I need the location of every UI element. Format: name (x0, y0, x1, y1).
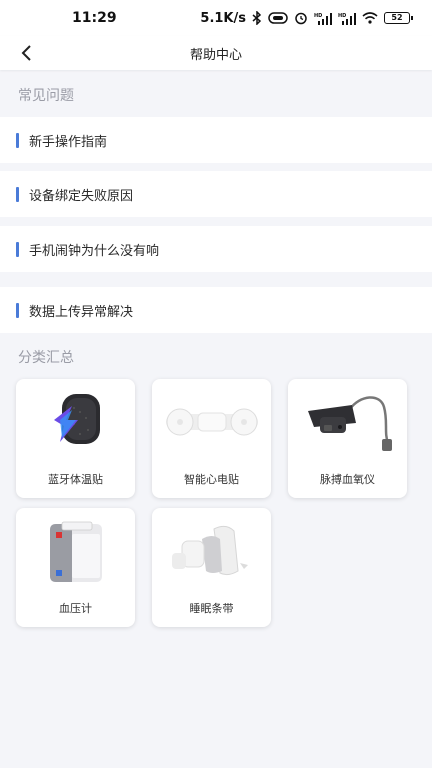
page-title: 帮助中心 (189, 47, 242, 63)
signal-hd-icon: HD (338, 12, 356, 25)
faq-item-upload-error[interactable]: 数据上传异常解决 (0, 287, 432, 333)
chevron-left-icon (21, 45, 31, 61)
status-time: 11:29 (72, 10, 117, 26)
category-label: 血压计 (59, 602, 92, 615)
category-label: 蓝牙体温贴 (48, 473, 103, 486)
category-label: 睡眠条带 (189, 602, 234, 615)
category-card-pulse-oximeter[interactable]: 脉搏血氧仪 (288, 379, 407, 498)
back-button[interactable] (12, 39, 40, 67)
category-card-thermometer-patch[interactable]: 蓝牙体温贴 (16, 379, 135, 498)
faq-item-binding-failure[interactable]: 设备绑定失败原因 (0, 171, 432, 217)
faq-item-label: 设备绑定失败原因 (29, 188, 134, 204)
category-card-blood-pressure-monitor[interactable]: 血压计 (16, 508, 135, 627)
status-bar: 11:29 5.1K/s HD HD 52 (0, 0, 432, 36)
accent-bar (16, 241, 19, 257)
network-speed: 5.1K/s (200, 10, 246, 26)
faq-item-alarm-not-ringing[interactable]: 手机闹钟为什么没有响 (0, 226, 432, 272)
blood-pressure-monitor-image (16, 508, 135, 594)
svg-text:HD: HD (314, 13, 322, 19)
category-card-sleep-band[interactable]: 睡眠条带 (152, 508, 271, 627)
vibrate-icon (268, 12, 288, 24)
bluetooth-icon (252, 11, 262, 25)
categories-section-title: 分类汇总 (18, 350, 74, 366)
alarm-icon (295, 12, 307, 25)
category-card-ecg-patch[interactable]: 智能心电贴 (152, 379, 271, 498)
faq-item-label: 新手操作指南 (29, 134, 108, 150)
battery-icon: 52 (384, 12, 413, 24)
category-label: 智能心电贴 (184, 473, 239, 486)
pulse-oximeter-image (288, 379, 407, 465)
faq-section-title: 常见问题 (18, 88, 74, 104)
svg-text:HD: HD (338, 13, 346, 19)
ecg-patch-image (152, 379, 271, 465)
faq-item-beginner-guide[interactable]: 新手操作指南 (0, 117, 432, 163)
category-label: 脉搏血氧仪 (320, 473, 375, 486)
status-icons: 5.1K/s HD HD 52 (200, 10, 413, 26)
faq-item-label: 手机闹钟为什么没有响 (29, 243, 160, 259)
wifi-icon (362, 12, 378, 24)
signal-hd-icon: HD (314, 12, 332, 25)
accent-bar (16, 132, 19, 148)
accent-bar (16, 186, 19, 202)
thermometer-patch-image (16, 379, 135, 465)
header: 帮助中心 (0, 36, 432, 70)
faq-item-label: 数据上传异常解决 (29, 304, 134, 320)
sleep-band-image (152, 508, 271, 594)
accent-bar (16, 302, 19, 318)
